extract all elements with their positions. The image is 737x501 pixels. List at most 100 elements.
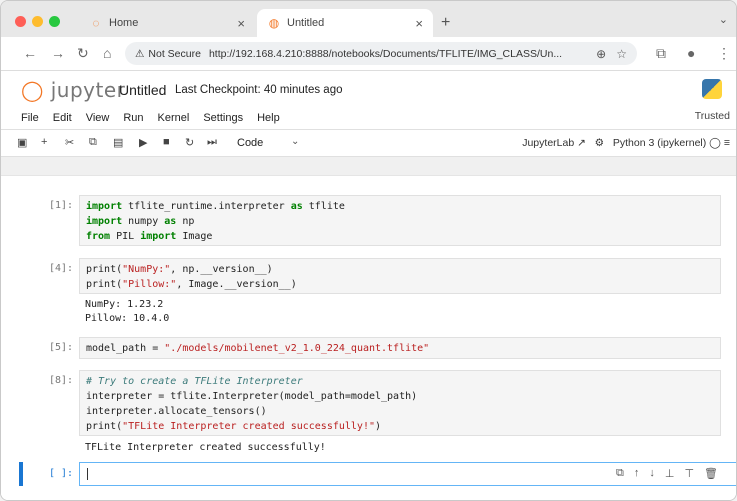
menu-edit[interactable]: Edit <box>53 112 72 124</box>
menu-file[interactable]: File <box>21 112 39 124</box>
jupyter-ring-icon: ◯ <box>21 78 44 102</box>
tab-home[interactable]: ◌ Home × <box>79 9 255 37</box>
external-link-icon[interactable]: ↗ <box>577 137 586 149</box>
menu-kernel[interactable]: Kernel <box>158 112 190 124</box>
save-icon[interactable]: ▣ <box>17 136 27 149</box>
tab-strip: ◌ Home × ◍ Untitled × + ⌄ <box>1 1 736 37</box>
kernel-area: JupyterLab ↗ ⚙ Python 3 (ipykernel) ◯ ≡ <box>522 137 730 149</box>
cell-type-select[interactable]: Code <box>237 137 263 149</box>
jupyter-tab-icon: ◍ <box>268 16 280 30</box>
notebook-toolbar: ▣ + ✂ ⧉ ▤ ▶ ■ ↻ ⏭ Code ⌄ JupyterLab ↗ ⚙ … <box>1 130 736 157</box>
copy-icon[interactable]: ⧉ <box>89 136 97 149</box>
gear-icon[interactable]: ⚙ <box>595 137 604 149</box>
jupyter-header: ◯ jupyter Untitled Last Checkpoint: 40 m… <box>1 71 736 107</box>
cell-prompt: [4]: <box>49 263 74 274</box>
zoom-window-button[interactable] <box>49 16 60 27</box>
cell-output: TFLite Interpreter created successfully! <box>85 442 326 453</box>
menu-bar: File Edit View Run Kernel Settings Help … <box>1 107 736 130</box>
code-cell-editor[interactable]: model_path = "./models/mobilenet_v2_1.0_… <box>79 337 721 359</box>
security-label: Not Secure <box>148 47 201 60</box>
insert-above-icon[interactable]: ⊥ <box>665 467 675 480</box>
text-cursor <box>87 468 88 480</box>
cell-toolbar: ⧉ ↑ ↓ ⊥ ⊤ 🗑 <box>616 467 718 480</box>
hamburger-menu-icon[interactable]: ≡ <box>724 137 730 149</box>
active-cell-indicator <box>19 462 23 486</box>
restart-icon[interactable]: ↻ <box>185 136 194 149</box>
code-cell-editor[interactable]: import tflite_runtime.interpreter as tfl… <box>79 195 721 246</box>
checkpoint-status: Last Checkpoint: 40 minutes ago <box>175 84 343 96</box>
cell-prompt: [ ]: <box>49 468 74 479</box>
cell-prompt: [5]: <box>49 342 74 353</box>
cell-output: NumPy: 1.23.2 Pillow: 10.4.0 <box>85 298 169 326</box>
stop-icon[interactable]: ■ <box>163 136 170 148</box>
duplicate-cell-icon[interactable]: ⧉ <box>616 467 624 480</box>
paste-icon[interactable]: ▤ <box>113 136 123 149</box>
kernel-name[interactable]: Python 3 (ipykernel) <box>613 137 706 149</box>
trusted-indicator[interactable]: Trusted <box>695 110 730 122</box>
code-cell-editor[interactable]: # Try to create a TFLite Interpreter int… <box>79 370 721 436</box>
cell-prompt: [8]: <box>49 375 74 386</box>
kw-import: import <box>86 201 123 212</box>
menu-settings[interactable]: Settings <box>203 112 243 124</box>
browser-window: ◌ Home × ◍ Untitled × + ⌄ ← → ↻ ⌂ ⚠ Not … <box>0 0 737 501</box>
code-cell-editor[interactable]: print("NumPy:", np.__version__) print("P… <box>79 258 721 294</box>
tab-untitled-close-icon[interactable]: × <box>415 16 423 31</box>
output-line: Pillow: 10.4.0 <box>85 313 170 324</box>
string-literal: "Pillow:" <box>122 279 177 290</box>
string-literal: "TFLite Interpreter created successfully… <box>122 421 375 432</box>
cut-icon[interactable]: ✂ <box>65 136 74 149</box>
code-comment: # Try to create a TFLite Interpreter <box>86 376 303 387</box>
kw-from: from <box>86 231 111 242</box>
move-down-icon[interactable]: ↓ <box>649 467 655 480</box>
address-bar-row: ← → ↻ ⌂ ⚠ Not Secure http://192.168.4.21… <box>1 37 736 71</box>
forward-arrow-icon[interactable]: → <box>51 45 65 61</box>
run-icon[interactable]: ▶ <box>139 136 147 149</box>
tab-untitled[interactable]: ◍ Untitled × <box>257 9 433 37</box>
new-tab-icon[interactable]: + <box>441 14 450 32</box>
kernel-status-icon: ◯ <box>709 137 721 149</box>
profile-avatar[interactable]: ● <box>687 45 695 61</box>
menu-run[interactable]: Run <box>123 112 143 124</box>
notebook-title[interactable]: Untitled <box>119 82 166 98</box>
tab-home-label: Home <box>109 17 139 29</box>
chevron-down-icon[interactable]: ⌄ <box>291 136 299 147</box>
notebook-top-band <box>1 157 736 176</box>
zoom-icon[interactable]: ⊕ <box>596 47 606 61</box>
output-line: NumPy: 1.23.2 <box>85 299 164 310</box>
security-indicator[interactable]: ⚠ Not Secure <box>135 48 201 60</box>
add-cell-icon[interactable]: + <box>41 136 47 148</box>
active-cell-editor[interactable]: ⧉ ↑ ↓ ⊥ ⊤ 🗑 <box>79 462 736 486</box>
insert-below-icon[interactable]: ⊤ <box>684 467 694 480</box>
close-window-button[interactable] <box>15 16 26 27</box>
back-arrow-icon[interactable]: ← <box>23 45 37 61</box>
tab-search-icon[interactable]: ⌄ <box>719 13 728 26</box>
bookmark-star-icon[interactable]: ☆ <box>616 47 627 61</box>
jupyter-logo-text: jupyter <box>50 78 126 102</box>
browser-menu-icon[interactable]: ⋮ <box>717 45 731 62</box>
menu-view[interactable]: View <box>86 112 110 124</box>
url-text[interactable]: http://192.168.4.210:8888/notebooks/Docu… <box>209 48 596 60</box>
kw-as: as <box>164 216 177 227</box>
kw-as: as <box>290 201 303 212</box>
jupyter-logo[interactable]: ◯ jupyter <box>21 78 125 102</box>
notebook-area: [1]: import tflite_runtime.interpreter a… <box>1 157 736 500</box>
string-literal: "NumPy:" <box>122 264 171 275</box>
delete-cell-icon[interactable]: 🗑 <box>704 467 718 480</box>
move-up-icon[interactable]: ↑ <box>634 467 640 480</box>
reload-icon[interactable]: ↻ <box>77 45 89 62</box>
home-icon[interactable]: ⌂ <box>103 45 111 61</box>
minimize-window-button[interactable] <box>32 16 43 27</box>
python-logo-icon <box>702 79 722 99</box>
loading-ring-icon: ◌ <box>92 16 100 30</box>
restart-run-all-icon[interactable]: ⏭ <box>207 136 217 149</box>
jupyterlab-link[interactable]: JupyterLab <box>522 137 574 149</box>
kw-import: import <box>140 231 177 242</box>
menu-help[interactable]: Help <box>257 112 280 124</box>
tab-home-close-icon[interactable]: × <box>237 16 245 31</box>
warning-triangle-icon: ⚠ <box>135 47 145 60</box>
address-bar[interactable]: ⚠ Not Secure http://192.168.4.210:8888/n… <box>125 42 637 65</box>
extensions-icon[interactable]: ⧉ <box>656 45 666 62</box>
kw-import: import <box>86 216 123 227</box>
cell-prompt: [1]: <box>49 200 74 211</box>
tab-untitled-label: Untitled <box>287 17 325 29</box>
